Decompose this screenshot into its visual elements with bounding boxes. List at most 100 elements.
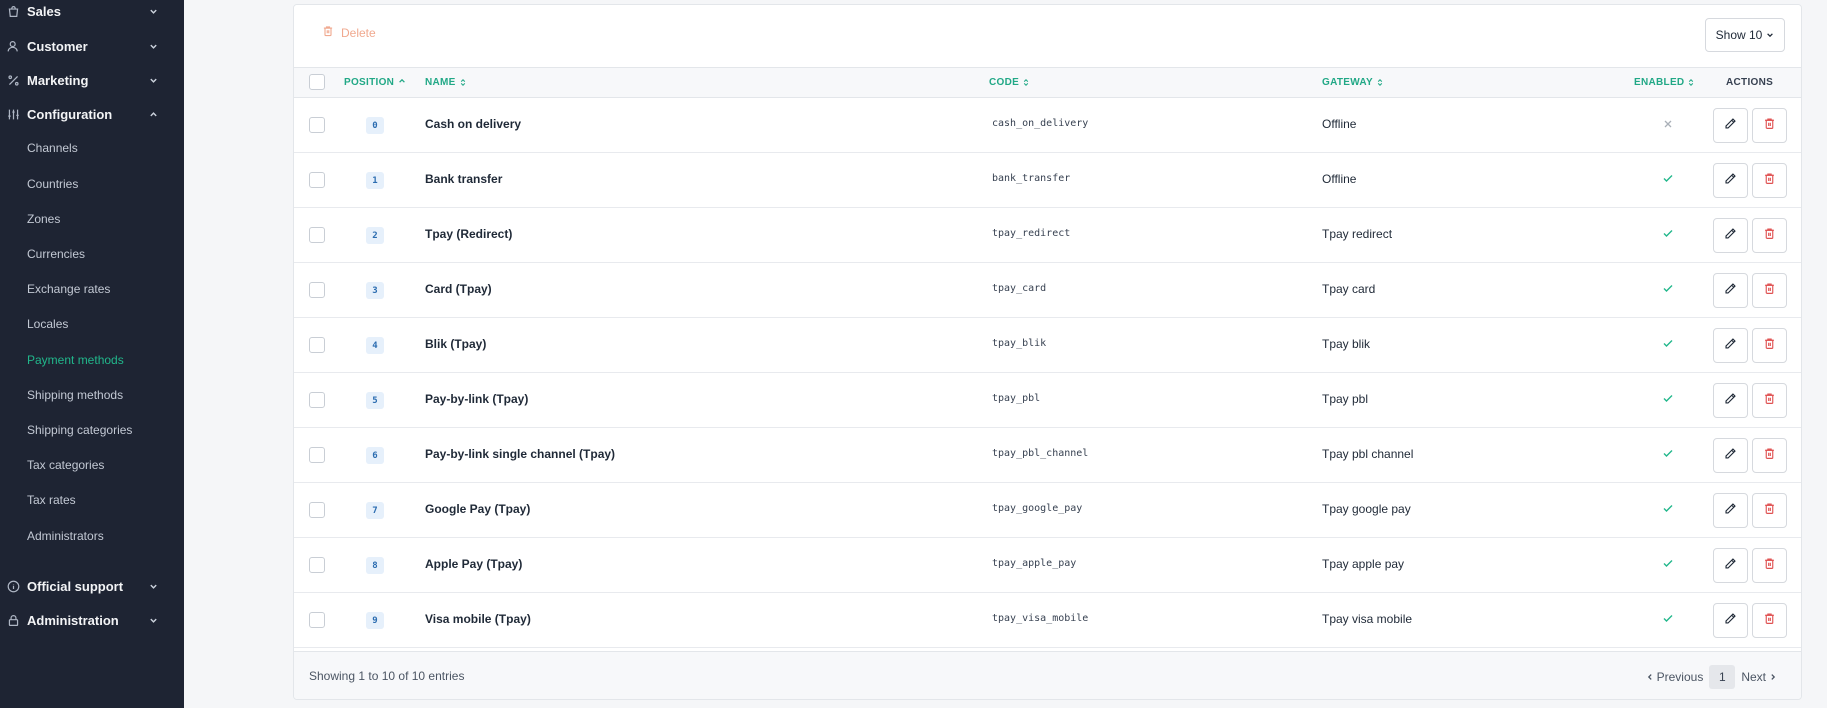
row-checkbox[interactable] [309,447,325,463]
row-checkbox[interactable] [309,227,325,243]
table-header: POSITION NAME CODE GATEWAY ENABLED ACTIO… [294,67,1801,98]
edit-button[interactable] [1713,438,1748,473]
edit-button[interactable] [1713,163,1748,198]
sidebar-item-channels[interactable]: Channels [27,138,78,158]
sidebar-item-tax-rates[interactable]: Tax rates [27,490,76,510]
chevron-left-icon [1646,670,1654,684]
payment-method-name: Pay-by-link single channel (Tpay) [425,447,616,461]
enabled-status [1658,610,1678,630]
row-checkbox[interactable] [309,612,325,628]
payment-method-gateway: Tpay visa mobile [1322,612,1413,626]
enabled-status [1658,445,1678,465]
row-checkbox[interactable] [309,337,325,353]
column-header-label: ACTIONS [1726,77,1774,88]
enabled-status [1658,500,1678,520]
column-header-label: NAME [425,77,456,88]
enabled-status [1658,115,1678,135]
column-header-name[interactable]: NAME [425,68,466,97]
column-header-actions: ACTIONS [1726,68,1773,97]
sidebar-item-shipping-categories[interactable]: Shipping categories [27,420,132,440]
page-size-dropdown[interactable]: Show 10 [1705,18,1785,52]
row-checkbox[interactable] [309,392,325,408]
sidebar-group-marketing[interactable]: Marketing [0,65,184,95]
sidebar-group-label: Marketing [27,72,89,88]
row-checkbox[interactable] [309,557,325,573]
payment-method-name: Blik (Tpay) [425,337,487,351]
select-all-checkbox[interactable] [309,74,325,90]
sidebar-group-administration[interactable]: Administration [0,605,184,635]
delete-button[interactable] [1752,328,1787,363]
delete-button[interactable] [1752,163,1787,198]
check-icon [1662,226,1674,244]
chevron-down-icon [148,6,158,16]
pencil-icon [1724,282,1737,300]
sidebar-item-administrators[interactable]: Administrators [27,526,104,546]
sidebar-item-shipping-methods[interactable]: Shipping methods [27,385,123,405]
sort-icon [1023,78,1029,87]
page-number-button[interactable]: 1 [1709,665,1736,689]
edit-button[interactable] [1713,273,1748,308]
sidebar-item-countries[interactable]: Countries [27,174,78,194]
edit-button[interactable] [1713,328,1748,363]
previous-page-button[interactable]: Previous [1646,670,1703,684]
check-icon [1662,391,1674,409]
delete-button[interactable] [1752,108,1787,143]
delete-button[interactable] [1752,438,1787,473]
column-header-enabled[interactable]: ENABLED [1634,68,1694,97]
payment-method-code: tpay_visa_mobile [992,613,1089,624]
delete-button[interactable] [1752,383,1787,418]
position-badge: 7 [366,502,384,519]
payment-method-name: Cash on delivery [425,117,522,131]
row-checkbox[interactable] [309,172,325,188]
delete-button[interactable] [1752,548,1787,583]
delete-button[interactable] [1752,273,1787,308]
column-header-position[interactable]: POSITION [344,68,406,97]
trash-icon [1763,337,1776,355]
delete-button[interactable] [1752,218,1787,253]
trash-icon [1763,612,1776,630]
row-checkbox[interactable] [309,117,325,133]
payment-method-gateway: Tpay apple pay [1322,557,1405,571]
sort-icon [1377,78,1383,87]
sidebar-group-customer[interactable]: Customer [0,31,184,61]
column-header-gateway[interactable]: GATEWAY [1322,68,1383,97]
sidebar-group-configuration[interactable]: Configuration [0,99,184,129]
table-toolbar: Delete Show 10 [294,5,1801,67]
sidebar-item-exchange-rates[interactable]: Exchange rates [27,279,110,299]
position-badge: 6 [366,447,384,464]
sidebar-item-zones[interactable]: Zones [27,209,60,229]
position-badge: 1 [366,172,384,189]
page-size-label: Show 10 [1715,28,1763,42]
trash-icon [1763,117,1776,135]
sidebar-item-currencies[interactable]: Currencies [27,244,85,264]
next-page-button[interactable]: Next [1741,670,1777,684]
chevron-down-icon [1766,28,1774,42]
edit-button[interactable] [1713,218,1748,253]
payment-method-name: Card (Tpay) [425,282,492,296]
column-header-code[interactable]: CODE [989,68,1029,97]
sidebar-group-official-support[interactable]: Official support [0,571,184,601]
payment-method-name: Tpay (Redirect) [425,227,513,241]
bulk-delete-button[interactable]: Delete [322,25,376,40]
row-checkbox[interactable] [309,282,325,298]
sort-icon [460,78,466,87]
position-badge: 0 [366,117,384,134]
position-badge: 4 [366,337,384,354]
sidebar-group-sales[interactable]: Sales [0,0,184,26]
chevron-right-icon [1769,670,1777,684]
enabled-status [1658,390,1678,410]
sidebar-item-payment-methods[interactable]: Payment methods [27,350,124,370]
delete-button[interactable] [1752,493,1787,528]
edit-button[interactable] [1713,603,1748,638]
check-icon [1662,281,1674,299]
row-checkbox[interactable] [309,502,325,518]
delete-button[interactable] [1752,603,1787,638]
pencil-icon [1724,117,1737,135]
table-row: 4 Blik (Tpay) tpay_blik Tpay blik [294,318,1801,373]
sidebar-item-tax-categories[interactable]: Tax categories [27,455,104,475]
edit-button[interactable] [1713,383,1748,418]
edit-button[interactable] [1713,108,1748,143]
edit-button[interactable] [1713,548,1748,583]
edit-button[interactable] [1713,493,1748,528]
sidebar-item-locales[interactable]: Locales [27,314,68,334]
